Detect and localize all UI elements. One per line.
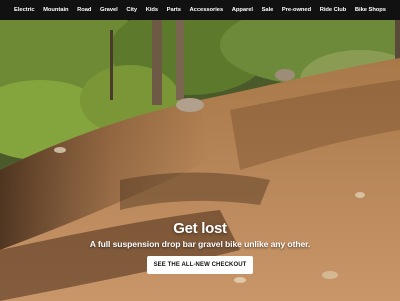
nav-item-pre-owned[interactable]: Pre-owned	[278, 7, 316, 13]
hero-copy: Get lost A full suspension drop bar grav…	[0, 220, 400, 274]
nav-item-kids[interactable]: Kids	[141, 7, 162, 13]
nav-item-gravel[interactable]: Gravel	[96, 7, 122, 13]
hero-headline: Get lost	[173, 220, 227, 237]
nav-item-ride-club[interactable]: Ride Club	[315, 7, 350, 13]
nav-item-mountain[interactable]: Mountain	[39, 7, 73, 13]
nav-item-sale[interactable]: Sale	[257, 7, 277, 13]
main-nav: Electric Mountain Road Gravel City Kids …	[0, 0, 400, 20]
hero-subline: A full suspension drop bar gravel bike u…	[89, 239, 311, 249]
nav-item-parts[interactable]: Parts	[162, 7, 185, 13]
hero-banner: Get lost A full suspension drop bar grav…	[0, 20, 400, 301]
nav-item-city[interactable]: City	[122, 7, 141, 13]
nav-item-apparel[interactable]: Apparel	[227, 7, 257, 13]
see-checkout-button[interactable]: SEE THE ALL-NEW CHECKOUT	[146, 256, 254, 274]
nav-item-accessories[interactable]: Accessories	[185, 7, 227, 13]
nav-item-electric[interactable]: Electric	[10, 7, 39, 13]
nav-item-bike-shops[interactable]: Bike Shops	[351, 7, 391, 13]
nav-item-road[interactable]: Road	[73, 7, 96, 13]
